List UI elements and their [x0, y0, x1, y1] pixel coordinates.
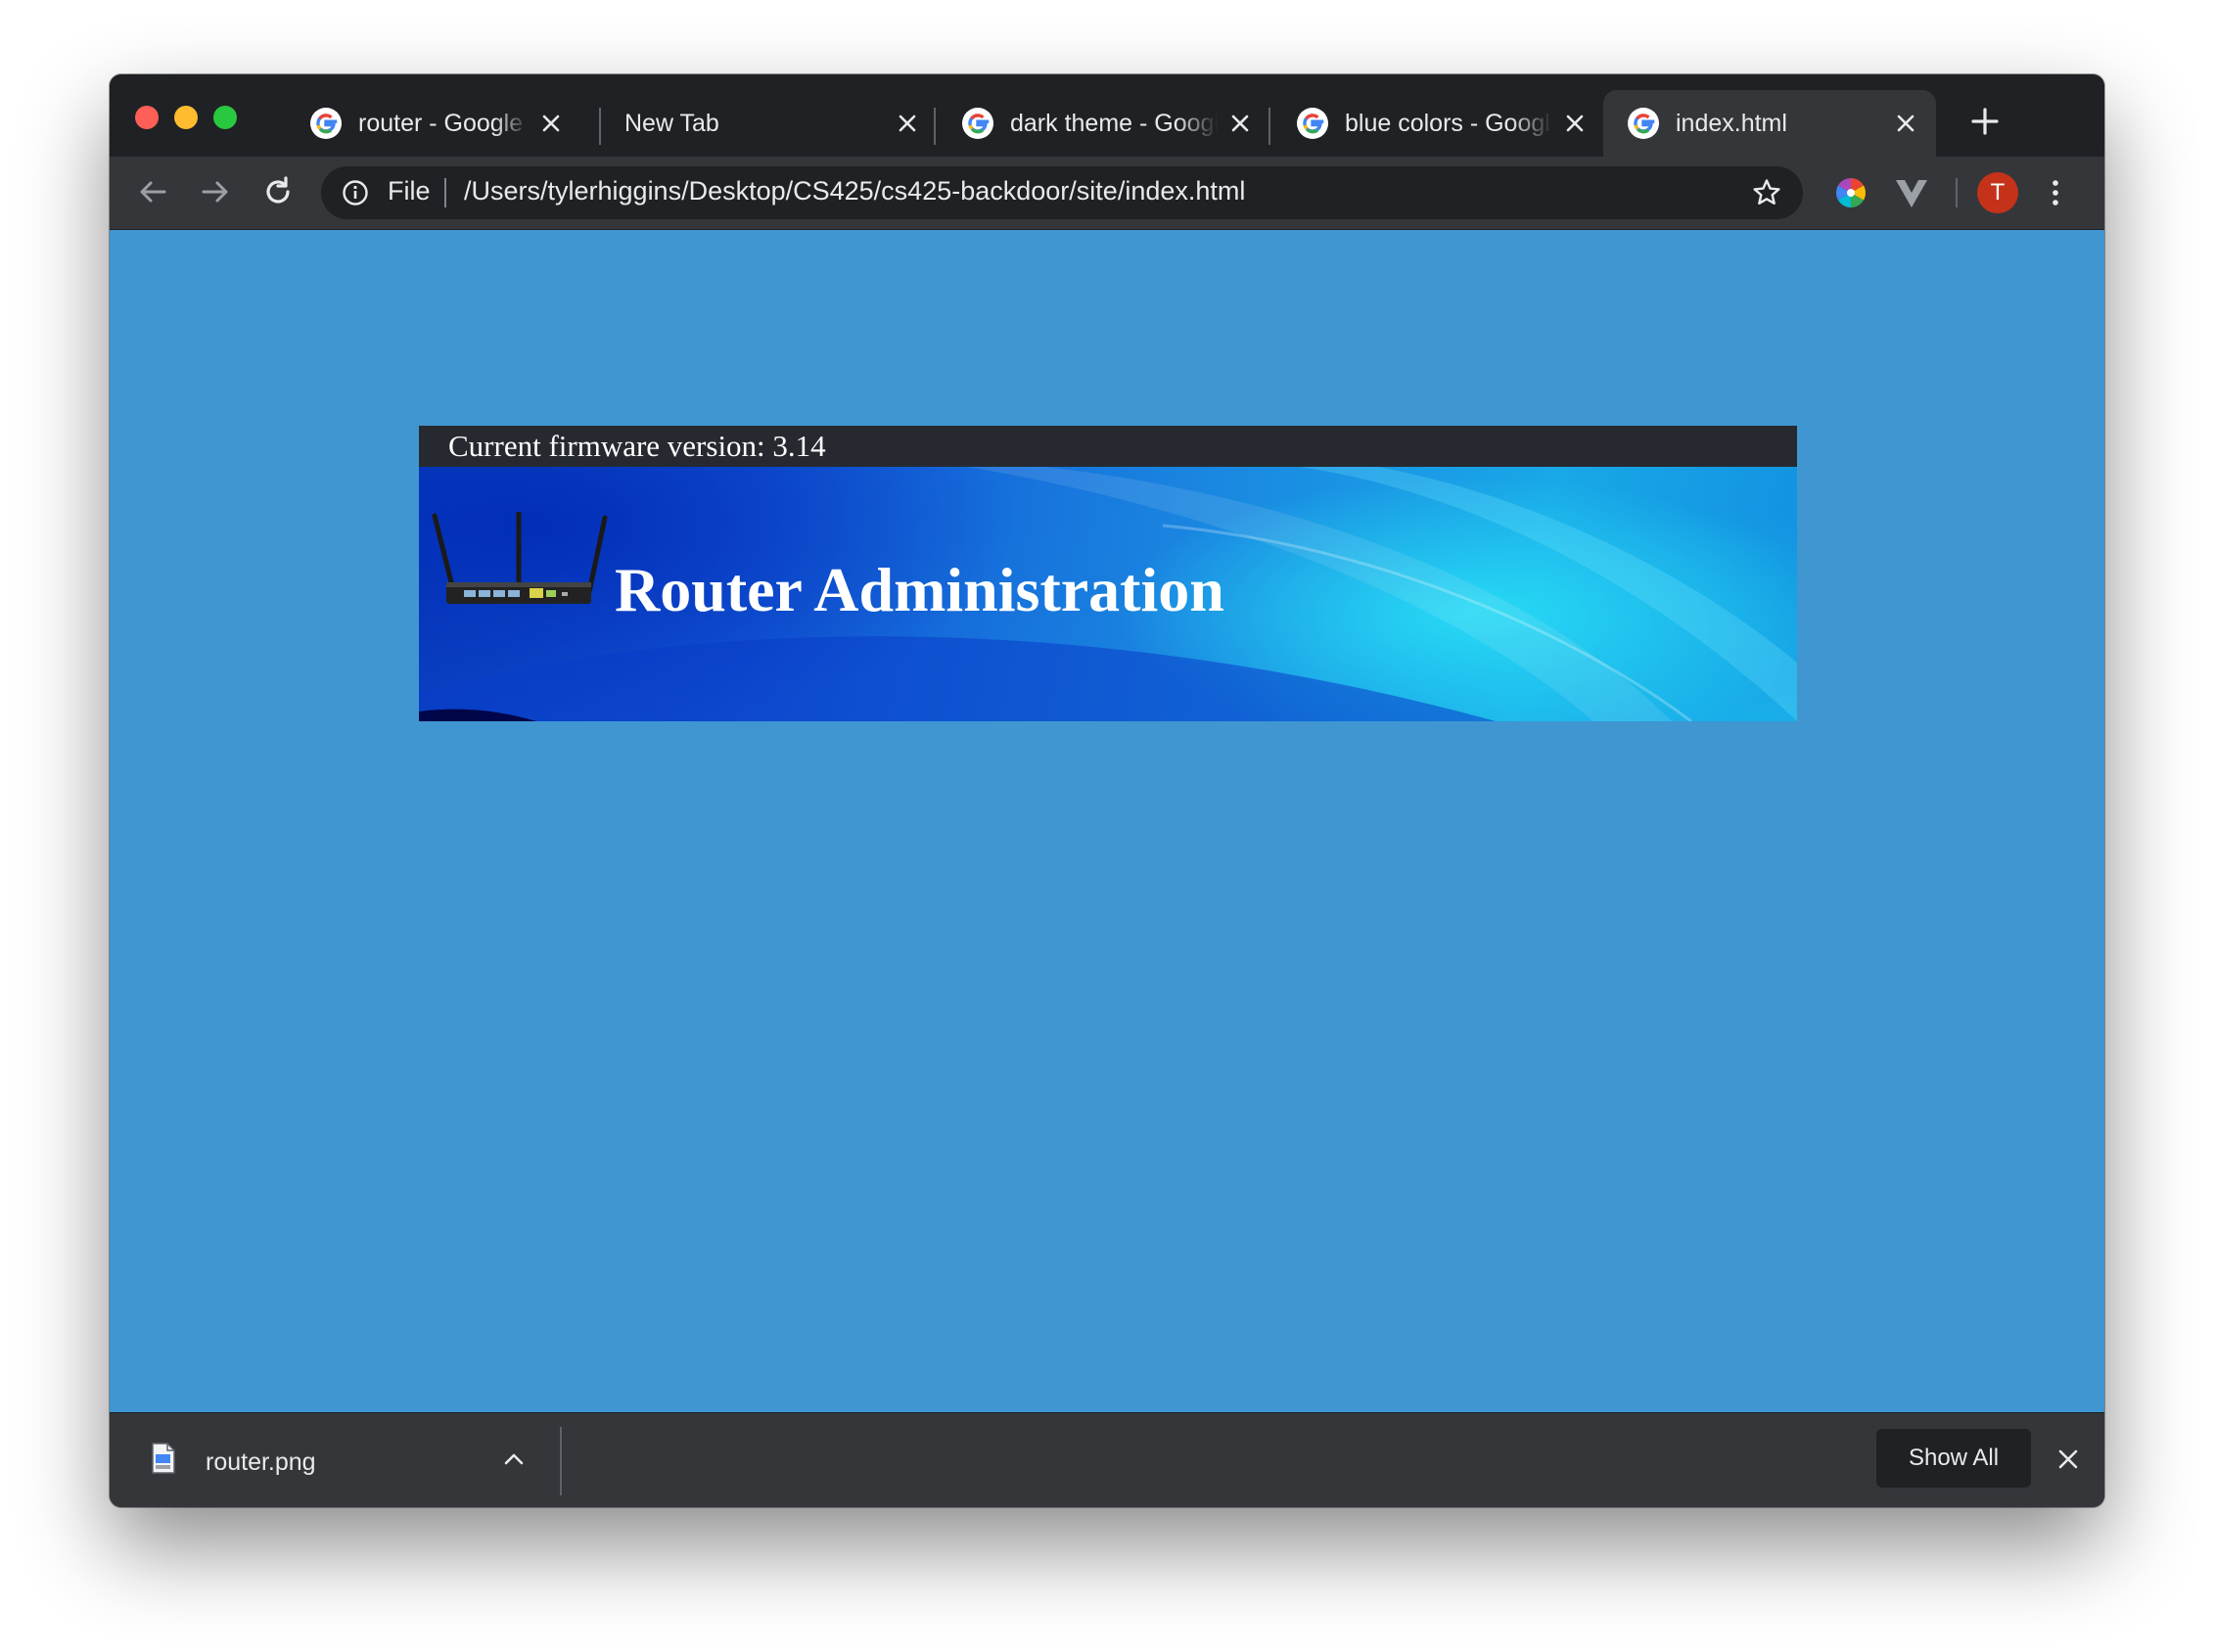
browser-window: router - Google Search New Tab dark them…: [110, 74, 2104, 1507]
toolbar-divider: [1956, 178, 1958, 207]
close-tab-icon[interactable]: [1891, 109, 1920, 138]
tab-title: New Tab: [624, 109, 719, 137]
tab-divider: [934, 108, 936, 145]
info-icon[interactable]: [341, 178, 370, 207]
header-hero-image: Router Administration: [419, 467, 1797, 721]
url-scheme-label: File: [388, 176, 431, 206]
tab-strip: router - Google Search New Tab dark them…: [110, 74, 2104, 157]
tab-divider: [1268, 108, 1270, 145]
page-title: Router Administration: [615, 555, 1224, 624]
tab-title: index.html: [1676, 109, 1787, 137]
profile-avatar[interactable]: T: [1977, 172, 2018, 213]
google-favicon-icon: [1628, 108, 1659, 139]
download-divider: [560, 1427, 562, 1495]
window-minimize-button[interactable]: [174, 106, 198, 129]
back-arrow-icon[interactable]: [133, 172, 172, 211]
more-menu-icon[interactable]: [2046, 176, 2065, 209]
tab-divider: [599, 108, 601, 145]
tab-router-search[interactable]: router - Google Search: [286, 90, 581, 157]
color-picker-extension-icon[interactable]: [1832, 174, 1869, 211]
new-tab-plus-icon[interactable]: [1965, 102, 2005, 141]
chevron-up-icon[interactable]: [501, 1448, 527, 1470]
router-header-banner: Current firmware version: 3.14 Router Ad…: [419, 426, 1797, 721]
close-tab-icon[interactable]: [536, 109, 566, 138]
google-favicon-icon: [310, 108, 342, 139]
browser-toolbar: File /Users/tylerhiggins/Desktop/CS425/c…: [110, 157, 2104, 230]
tab-new-tab[interactable]: New Tab: [603, 90, 938, 157]
close-tab-icon[interactable]: [1225, 109, 1255, 138]
png-file-icon: [152, 1443, 175, 1474]
vue-devtools-extension-icon[interactable]: [1893, 176, 1930, 211]
router-icon: [432, 512, 608, 604]
page-viewport: Current firmware version: 3.14 Router Ad…: [110, 230, 2104, 1412]
tab-blue-colors-search[interactable]: blue colors - Google Search: [1272, 90, 1605, 157]
close-tab-icon[interactable]: [1560, 109, 1590, 138]
window-close-button[interactable]: [135, 106, 159, 129]
forward-arrow-icon[interactable]: [196, 172, 235, 211]
reload-icon[interactable]: [258, 172, 298, 211]
url-text[interactable]: /Users/tylerhiggins/Desktop/CS425/cs425-…: [464, 176, 1245, 206]
tab-dark-theme-search[interactable]: dark theme - Google Search: [938, 90, 1270, 157]
address-bar[interactable]: File /Users/tylerhiggins/Desktop/CS425/c…: [321, 166, 1803, 219]
tab-index-html[interactable]: index.html: [1603, 90, 1936, 157]
download-file-name[interactable]: router.png: [206, 1448, 316, 1477]
firmware-version-text: Current firmware version: 3.14: [448, 429, 826, 463]
tab-title: blue colors - Google Search: [1345, 109, 1552, 137]
tab-title: router - Google Search: [358, 109, 529, 137]
close-tab-icon[interactable]: [893, 109, 922, 138]
tab-title: dark theme - Google Search: [1010, 109, 1218, 137]
google-favicon-icon: [1297, 108, 1328, 139]
firmware-bar: Current firmware version: 3.14: [419, 426, 1797, 467]
download-shelf: router.png Show All: [110, 1412, 2104, 1507]
google-favicon-icon: [962, 108, 993, 139]
show-all-button[interactable]: Show All: [1876, 1429, 2031, 1488]
omnibox-divider: [444, 178, 446, 207]
window-maximize-button[interactable]: [213, 106, 237, 129]
bookmark-star-icon[interactable]: [1750, 176, 1783, 209]
close-download-shelf-icon[interactable]: [2055, 1446, 2081, 1472]
